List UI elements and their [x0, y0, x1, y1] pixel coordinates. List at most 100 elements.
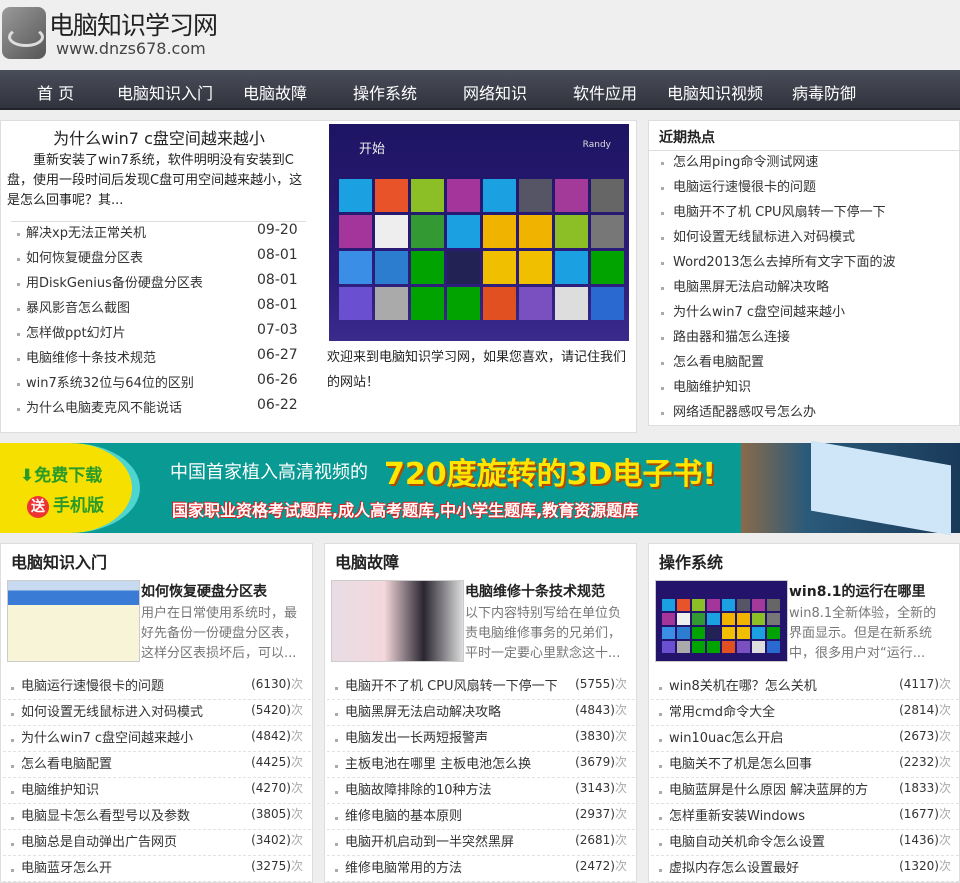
view-count-number: (6130)	[251, 677, 291, 691]
hot-link[interactable]: 电脑维护知识	[673, 380, 751, 395]
download-icon: ⬇	[20, 466, 35, 486]
article-link[interactable]: 解决xp无法正常关机	[26, 221, 146, 246]
hot-list-item[interactable]: 网络适配器感叹号怎么办	[659, 400, 816, 425]
start-tile	[752, 627, 765, 639]
article-link[interactable]: 怎样做ppt幻灯片	[26, 321, 126, 346]
article-link[interactable]: 主板电池在哪里 主板电池怎么换	[345, 752, 531, 778]
hot-list-item[interactable]: 电脑开不了机 CPU风扇转一下停一下	[659, 200, 886, 225]
ranked-list-item[interactable]: 维修电脑常用的方法 (2472)次	[327, 856, 635, 882]
article-link[interactable]: 电脑发出一长两短报警声	[345, 726, 488, 752]
article-headline[interactable]: win8.1的运行在哪里	[789, 581, 926, 601]
article-link[interactable]: 电脑蓝牙怎么开	[21, 856, 112, 882]
hot-list-item[interactable]: 为什么win7 c盘空间越来越小	[659, 300, 845, 325]
start-tile	[483, 287, 516, 320]
article-thumbnail[interactable]	[655, 580, 788, 662]
article-link[interactable]: 暴风影音怎么截图	[26, 296, 130, 321]
hot-list-item[interactable]: 电脑维护知识	[659, 375, 751, 400]
view-count-unit: 次	[614, 755, 627, 769]
view-count-unit: 次	[938, 807, 951, 821]
article-link[interactable]: 电脑维护知识	[21, 778, 99, 804]
start-tile	[411, 179, 444, 212]
featured-title[interactable]: 为什么win7 c盘空间越来越小	[1, 125, 317, 149]
article-link[interactable]: 如何设置无线鼠标进入对码模式	[21, 700, 203, 726]
banner-mobile: 手机版	[53, 496, 104, 516]
hot-link[interactable]: 电脑黑屏无法启动解决攻略	[673, 280, 829, 295]
hot-list-item[interactable]: 电脑运行速慢很卡的问题	[659, 175, 816, 200]
article-link[interactable]: 电脑总是自动弹出广告网页	[21, 830, 177, 856]
article-link[interactable]: 维修电脑常用的方法	[345, 856, 462, 882]
nav-software[interactable]: 软件应用	[573, 80, 637, 104]
article-link[interactable]: 怎么看电脑配置	[21, 752, 112, 778]
article-link[interactable]: 维修电脑的基本原则	[345, 804, 462, 830]
hot-link[interactable]: 网络适配器感叹号怎么办	[673, 405, 816, 420]
article-link[interactable]: 电脑运行速慢很卡的问题	[21, 674, 164, 700]
banner-headline: 中国首家植入高清视频的	[170, 462, 368, 483]
article-headline[interactable]: 如何恢复硬盘分区表	[141, 581, 267, 601]
hot-list-item[interactable]: 路由器和猫怎么连接	[659, 325, 790, 350]
hot-link[interactable]: 怎么看电脑配置	[673, 355, 764, 370]
hot-link[interactable]: 为什么win7 c盘空间越来越小	[673, 305, 845, 320]
article-summary: win8.1全新体验，全新的界面显示。但是在新系统中，很多用户对“运行...	[789, 606, 937, 661]
article-link[interactable]: 电脑蓝屏是什么原因 解决蓝屏的方	[669, 778, 868, 804]
article-link[interactable]: 用DiskGenius备份硬盘分区表	[26, 271, 203, 296]
start-tile	[767, 599, 780, 611]
article-link[interactable]: 为什么电脑麦克风不能说话	[26, 396, 182, 421]
article-thumbnail[interactable]	[7, 580, 140, 662]
article-link[interactable]: 电脑显卡怎么看型号以及参数	[21, 804, 190, 830]
article-date: 07-03	[257, 322, 298, 338]
article-link[interactable]: 电脑开不了机 CPU风扇转一下停一下	[345, 674, 558, 700]
hot-link[interactable]: 怎么用ping命令测试网速	[673, 155, 818, 170]
article-link[interactable]: 如何恢复硬盘分区表	[26, 246, 143, 271]
ranked-list-item[interactable]: 虚拟内存怎么设置最好 (1320)次	[651, 856, 959, 882]
article-link[interactable]: 怎样重新安装Windows	[669, 804, 805, 830]
column-title[interactable]: 操作系统	[659, 549, 723, 573]
column-title[interactable]: 电脑知识入门	[11, 549, 107, 573]
article-link[interactable]: 电脑故障排除的10种方法	[345, 778, 492, 804]
view-count-unit: 次	[290, 703, 303, 717]
hot-link[interactable]: 电脑开不了机 CPU风扇转一下停一下	[673, 205, 886, 220]
nav-antivirus[interactable]: 病毒防御	[792, 80, 856, 104]
nav-os[interactable]: 操作系统	[353, 80, 417, 104]
start-tile	[375, 215, 408, 248]
view-count: (1320)次	[899, 853, 951, 879]
hot-list-item[interactable]: Word2013怎么去掉所有文字下面的波	[659, 250, 896, 275]
column-title[interactable]: 电脑故障	[335, 549, 399, 573]
hot-list-item[interactable]: 如何设置无线鼠标进入对码模式	[659, 225, 855, 250]
article-link[interactable]: 常用cmd命令大全	[669, 700, 775, 726]
start-tile	[339, 215, 372, 248]
hot-link[interactable]: Word2013怎么去掉所有文字下面的波	[673, 255, 896, 270]
article-link[interactable]: win10uac怎么开启	[669, 726, 783, 752]
article-link[interactable]: win7系统32位与64位的区别	[26, 371, 194, 396]
nav-network[interactable]: 网络知识	[463, 80, 527, 104]
nav-home[interactable]: 首 页	[37, 80, 74, 104]
article-link[interactable]: 电脑开机启动到一半突然黑屏	[345, 830, 514, 856]
logo-icon[interactable]	[2, 7, 46, 59]
hot-list-item[interactable]: 电脑黑屏无法启动解决攻略	[659, 275, 829, 300]
article-link[interactable]: 电脑关不了机是怎么回事	[669, 752, 812, 778]
hot-list-item[interactable]: 怎么用ping命令测试网速	[659, 150, 818, 175]
hot-link[interactable]: 电脑运行速慢很卡的问题	[673, 180, 816, 195]
article-link[interactable]: 为什么win7 c盘空间越来越小	[21, 726, 193, 752]
view-count-number: (4425)	[251, 755, 291, 769]
article-link[interactable]: 电脑维修十条技术规范	[26, 346, 156, 371]
ranked-list-item[interactable]: 电脑蓝牙怎么开 (3275)次	[3, 856, 311, 882]
nav-faults[interactable]: 电脑故障	[243, 80, 307, 104]
start-tile	[662, 599, 675, 611]
article-list-item[interactable]: 为什么电脑麦克风不能说话 06-22	[15, 396, 305, 421]
hot-link[interactable]: 路由器和猫怎么连接	[673, 330, 790, 345]
article-link[interactable]: 电脑黑屏无法启动解决攻略	[345, 700, 501, 726]
nav-videos[interactable]: 电脑知识视频	[667, 80, 763, 104]
article-link[interactable]: win8关机在哪？怎么关机	[669, 674, 817, 700]
nav-basics[interactable]: 电脑知识入门	[117, 80, 213, 104]
site-title[interactable]: 电脑知识学习网	[49, 6, 218, 42]
banner-headline-big: 720度旋转的3D电子书!	[384, 457, 717, 492]
article-thumbnail[interactable]	[331, 580, 464, 662]
ad-banner[interactable]: ⬇免费下载 送手机版 中国首家植入高清视频的 720度旋转的3D电子书! 国家职…	[0, 443, 960, 533]
article-link[interactable]: 电脑自动关机命令怎么设置	[669, 830, 825, 856]
article-link[interactable]: 虚拟内存怎么设置最好	[669, 856, 799, 882]
banner-download-area[interactable]: ⬇免费下载 送手机版	[0, 443, 140, 533]
slideshow-image[interactable]: 开始 Randy	[329, 124, 629, 341]
article-headline[interactable]: 电脑维修十条技术规范	[465, 581, 605, 601]
hot-list-item[interactable]: 怎么看电脑配置	[659, 350, 764, 375]
hot-link[interactable]: 如何设置无线鼠标进入对码模式	[673, 230, 855, 245]
